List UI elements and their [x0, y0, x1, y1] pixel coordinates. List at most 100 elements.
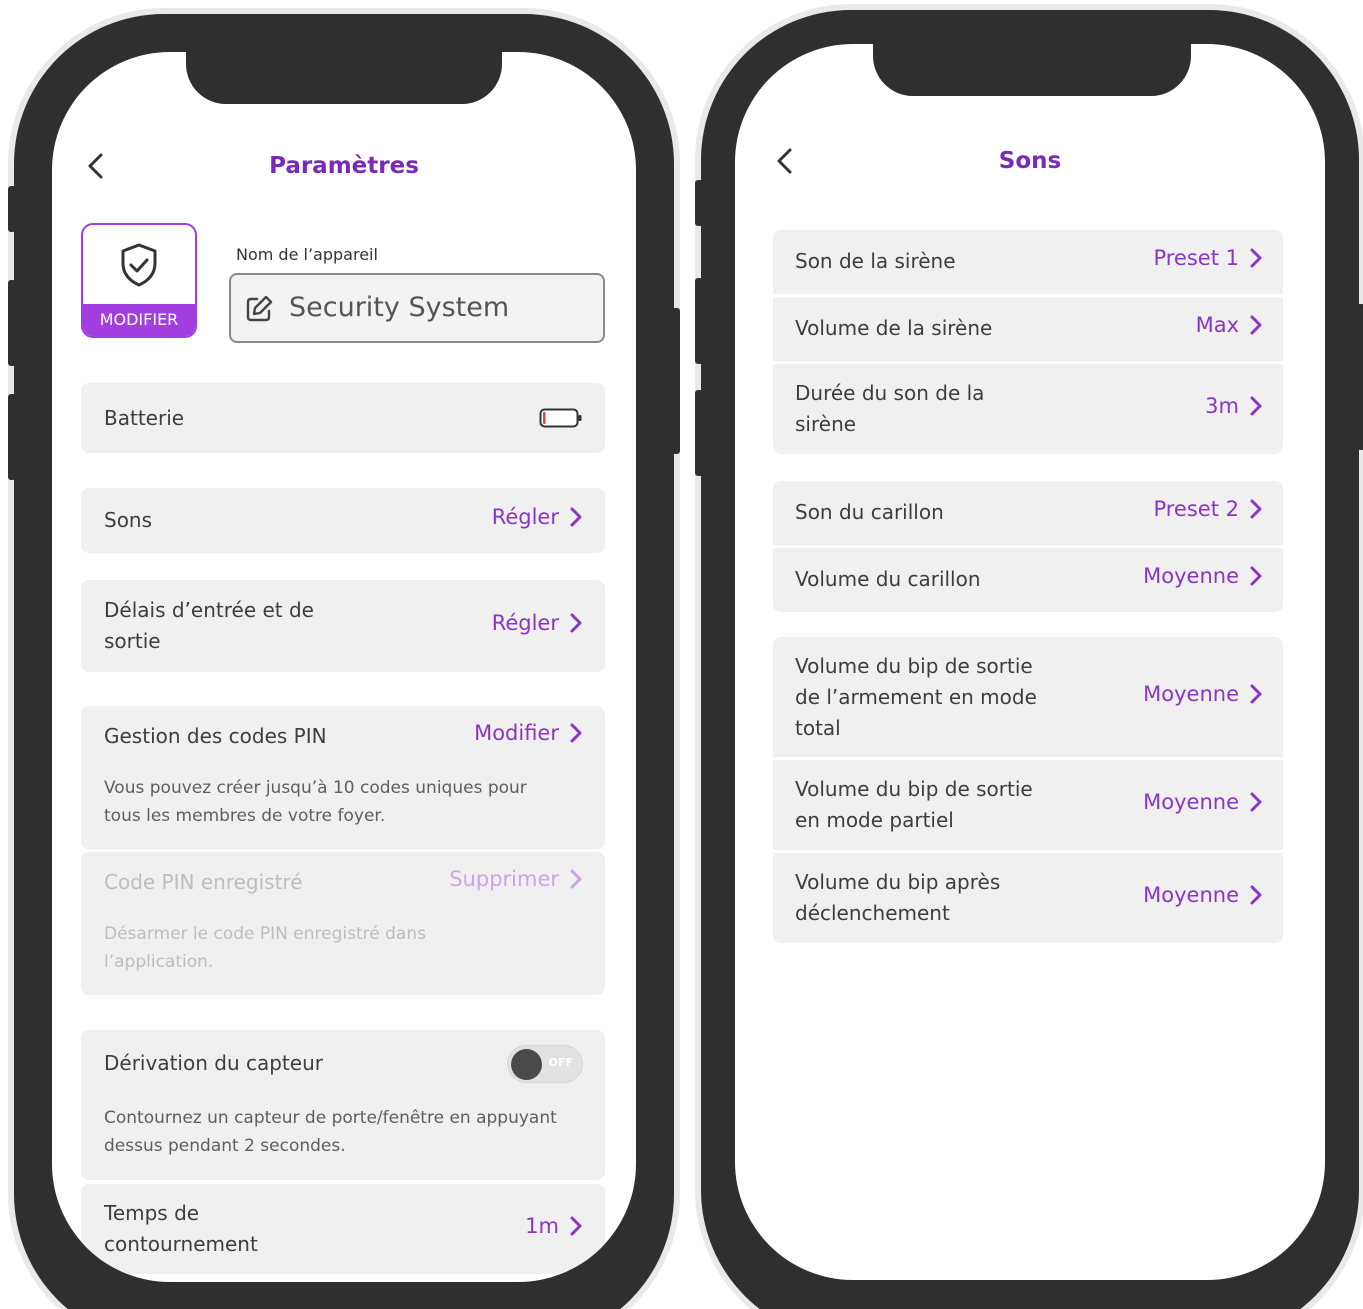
siren-duration-value-link[interactable]: 3m — [1205, 394, 1263, 418]
chime-volume-value: Moyenne — [1143, 564, 1239, 588]
delays-label: Délais d’entrée et de sortie — [104, 598, 314, 653]
chevron-right-icon — [570, 507, 582, 527]
full-arm-beep-value: Moyenne — [1143, 682, 1239, 706]
phone-side-button — [1357, 304, 1363, 450]
device-name-value: Security System — [289, 292, 510, 323]
siren-volume-row[interactable]: Volume de la sirène Max — [773, 297, 1283, 361]
battery-label: Batterie — [104, 406, 185, 430]
full-arm-beep-value-link[interactable]: Moyenne — [1143, 682, 1263, 706]
toggle-state: OFF — [548, 1056, 573, 1069]
sensor-bypass-description: Contournez un capteur de porte/fenêtre e… — [104, 1108, 557, 1156]
siren-volume-label: Volume de la sirène — [795, 316, 993, 340]
right-phone-frame: Sons Son de la sirène Preset 1 Volume de… — [695, 10, 1363, 1309]
notch — [186, 52, 502, 104]
toggle-switch[interactable]: OFF — [507, 1045, 583, 1083]
chevron-right-icon — [1250, 684, 1262, 704]
right-screen: Sons Son de la sirène Preset 1 Volume de… — [735, 44, 1325, 1280]
delays-adjust-text: Régler — [491, 611, 559, 635]
chevron-right-icon — [570, 869, 582, 889]
delays-row[interactable]: Délais d’entrée et de sortie Régler — [81, 580, 605, 672]
pin-management-label: Gestion des codes PIN — [104, 724, 327, 748]
chevron-left-icon[interactable] — [771, 146, 801, 176]
bypass-time-value: 1m — [525, 1214, 559, 1238]
full-arm-beep-row[interactable]: Volume du bip de sortie de l’armement en… — [773, 637, 1283, 757]
saved-pin-row: Code PIN enregistré Supprimer Désarmer l… — [81, 852, 605, 995]
partial-arm-beep-value-link[interactable]: Moyenne — [1143, 790, 1263, 814]
chime-volume-label: Volume du carillon — [795, 567, 981, 591]
header: Sons — [735, 136, 1325, 186]
bypass-time-link[interactable]: 1m — [525, 1214, 583, 1238]
edit-icon — [246, 295, 273, 322]
phone-side-button — [8, 394, 16, 480]
toggle-knob — [511, 1049, 542, 1080]
sensor-bypass-label: Dérivation du capteur — [104, 1051, 323, 1075]
saved-pin-label: Code PIN enregistré — [104, 870, 303, 894]
battery-icon — [539, 408, 582, 428]
chime-volume-value-link[interactable]: Moyenne — [1143, 564, 1263, 588]
chevron-right-icon — [1250, 396, 1262, 416]
device-icon-edit-button[interactable]: MODIFIER — [81, 223, 197, 338]
triggered-beep-label: Volume du bip après déclenchement — [795, 870, 1001, 925]
siren-duration-value: 3m — [1205, 394, 1239, 418]
chevron-right-icon — [570, 723, 582, 743]
left-phone-frame: Paramètres MODIFIER Nom de l’appareil Se… — [8, 14, 680, 1309]
chevron-left-icon[interactable] — [82, 151, 112, 181]
modify-badge: MODIFIER — [83, 304, 195, 336]
saved-pin-description: Désarmer le code PIN enregistré dans l’a… — [104, 924, 426, 972]
sounds-adjust-text: Régler — [491, 505, 559, 529]
saved-pin-delete-link[interactable]: Supprimer — [449, 867, 583, 891]
chevron-right-icon — [570, 1216, 582, 1236]
chevron-right-icon — [1250, 792, 1262, 812]
siren-volume-value-link[interactable]: Max — [1196, 313, 1263, 337]
siren-sound-value-link[interactable]: Preset 1 — [1153, 246, 1263, 270]
triggered-beep-value: Moyenne — [1143, 883, 1239, 907]
page-title: Sons — [998, 148, 1062, 174]
notch — [873, 44, 1191, 96]
pin-modify-link[interactable]: Modifier — [474, 721, 583, 745]
chevron-right-icon — [1250, 315, 1262, 335]
chevron-right-icon — [1250, 499, 1262, 519]
chime-sound-value-link[interactable]: Preset 2 — [1153, 497, 1263, 521]
sounds-row[interactable]: Sons Régler — [81, 488, 605, 553]
siren-sound-value: Preset 1 — [1153, 246, 1239, 270]
pin-management-row[interactable]: Gestion des codes PIN Modifier Vous pouv… — [81, 706, 605, 849]
chime-volume-row[interactable]: Volume du carillon Moyenne — [773, 548, 1283, 612]
triggered-beep-row[interactable]: Volume du bip après déclenchement Moyenn… — [773, 853, 1283, 943]
partial-arm-beep-label: Volume du bip de sortie en mode partiel — [795, 777, 1033, 832]
phone-side-button — [695, 390, 703, 476]
device-name-field[interactable]: Security System — [229, 273, 605, 343]
siren-duration-row[interactable]: Durée du son de la sirène 3m — [773, 364, 1283, 454]
pin-description: Vous pouvez créer jusqu’à 10 codes uniqu… — [104, 778, 527, 826]
partial-arm-beep-row[interactable]: Volume du bip de sortie en mode partiel … — [773, 760, 1283, 850]
full-arm-beep-label: Volume du bip de sortie de l’armement en… — [795, 654, 1037, 740]
phone-side-button — [8, 186, 16, 232]
siren-sound-label: Son de la sirène — [795, 249, 956, 273]
left-screen: Paramètres MODIFIER Nom de l’appareil Se… — [52, 52, 636, 1282]
pin-modify-text: Modifier — [474, 721, 559, 745]
siren-sound-row[interactable]: Son de la sirène Preset 1 — [773, 230, 1283, 294]
shield-check-icon — [121, 243, 157, 287]
delays-adjust-link[interactable]: Régler — [492, 611, 583, 635]
phone-side-button — [695, 278, 703, 364]
chevron-right-icon — [1250, 248, 1262, 268]
siren-volume-value: Max — [1195, 313, 1239, 337]
sounds-label: Sons — [104, 508, 153, 532]
bypass-time-label: Temps de contournement — [104, 1201, 258, 1256]
chime-sound-label: Son du carillon — [795, 500, 944, 524]
chime-sound-row[interactable]: Son du carillon Preset 2 — [773, 481, 1283, 545]
phone-side-button — [8, 280, 16, 366]
chevron-right-icon — [1250, 885, 1262, 905]
sounds-adjust-link[interactable]: Régler — [492, 505, 583, 529]
chevron-right-icon — [570, 613, 582, 633]
sensor-bypass-row: Dérivation du capteur OFF Contournez un … — [81, 1030, 605, 1180]
siren-duration-label: Durée du son de la sirène — [795, 381, 985, 436]
battery-row: Batterie — [81, 383, 605, 453]
partial-arm-beep-value: Moyenne — [1143, 790, 1239, 814]
header: Paramètres — [52, 141, 636, 191]
saved-pin-delete-text: Supprimer — [449, 867, 559, 891]
chevron-right-icon — [1250, 566, 1262, 586]
page-title: Paramètres — [269, 153, 419, 179]
bypass-time-row[interactable]: Temps de contournement 1m — [81, 1184, 605, 1274]
chime-sound-value: Preset 2 — [1153, 497, 1239, 521]
triggered-beep-value-link[interactable]: Moyenne — [1143, 883, 1263, 907]
